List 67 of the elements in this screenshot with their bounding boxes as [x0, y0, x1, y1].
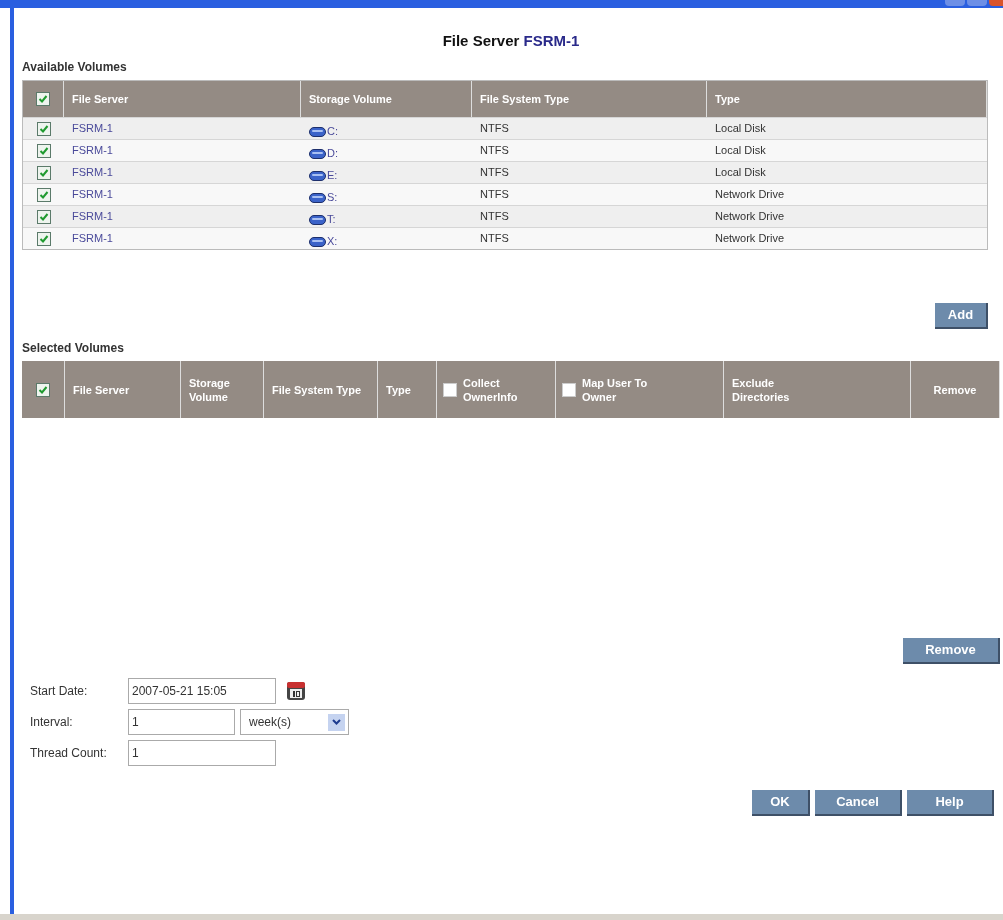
checkbox[interactable]: [36, 92, 50, 106]
table-cell-text: Local Disk: [714, 121, 767, 137]
checkbox[interactable]: [36, 143, 51, 158]
table-cell-text: NTFS: [479, 165, 510, 181]
disk-drive-icon: [309, 170, 326, 181]
file-server-link[interactable]: FSRM-1: [64, 230, 121, 247]
volume-link[interactable]: D:: [327, 145, 338, 162]
file-server-link[interactable]: FSRM-1: [64, 208, 121, 225]
table-cell-text: NTFS: [479, 231, 510, 247]
column-header: File Server: [73, 382, 130, 397]
volume-link[interactable]: C:: [327, 123, 338, 140]
file-server-link[interactable]: FSRM-1: [64, 186, 121, 203]
column-header: Map User To Owner: [582, 375, 649, 404]
volume-link[interactable]: S:: [327, 189, 338, 206]
table-cell-text: Network Drive: [714, 209, 786, 225]
field-label: Interval:: [30, 714, 74, 731]
column-header: Remove: [933, 382, 977, 397]
column-header: File Server: [72, 92, 129, 106]
calendar-icon[interactable]: [286, 681, 306, 701]
start-date-field[interactable]: 2007-05-21 15:05: [128, 678, 276, 704]
file-server-link[interactable]: FSRM-1: [64, 142, 121, 159]
dialog-button[interactable]: Cancel: [815, 790, 902, 816]
field-label: Thread Count:: [30, 745, 108, 762]
interval-unit-dropdown[interactable]: week(s): [240, 709, 349, 735]
file-server-link[interactable]: FSRM-1: [64, 164, 121, 181]
add-button[interactable]: Add: [935, 303, 988, 329]
section-heading: Available Volumes: [22, 60, 127, 74]
volume-link[interactable]: E:: [327, 167, 338, 184]
volume-link[interactable]: X:: [327, 233, 338, 250]
column-header: File System Type: [480, 92, 570, 106]
table-cell-text: NTFS: [479, 187, 510, 203]
column-header: File System Type: [272, 382, 362, 397]
page-title: File Server FSRM-1: [442, 30, 580, 51]
remove-button[interactable]: Remove: [903, 638, 1000, 664]
column-header: Exclude Directories: [732, 375, 791, 404]
file-server-link[interactable]: FSRM-1: [64, 120, 121, 137]
column-header: Type: [386, 382, 411, 397]
checkbox[interactable]: [36, 187, 51, 202]
dialog-button[interactable]: OK: [752, 790, 810, 816]
disk-drive-icon: [309, 214, 326, 225]
disk-drive-icon: [309, 192, 326, 203]
table-cell-text: NTFS: [479, 121, 510, 137]
checkbox[interactable]: [36, 165, 51, 180]
checkbox[interactable]: [36, 209, 51, 224]
chevron-down-icon: [328, 713, 345, 731]
disk-drive-icon: [309, 148, 326, 159]
disk-drive-icon: [309, 126, 326, 137]
checkbox[interactable]: [36, 231, 51, 246]
table-cell-text: NTFS: [479, 209, 510, 225]
table-cell-text: NTFS: [479, 143, 510, 159]
table-cell-text: Network Drive: [714, 231, 786, 247]
column-header: Storage Volume: [309, 92, 392, 106]
table-cell-text: Network Drive: [714, 187, 786, 203]
column-header: Type: [715, 92, 740, 106]
section-heading: Selected Volumes: [22, 341, 124, 355]
field-label: Start Date:: [30, 683, 89, 700]
disk-drive-icon: [309, 236, 326, 247]
thread-count-field[interactable]: 1: [128, 740, 276, 766]
interval-field[interactable]: 1: [128, 709, 235, 735]
column-header: Storage Volume: [189, 375, 231, 404]
column-header: Collect OwnerInfo: [463, 375, 519, 404]
volume-link[interactable]: T:: [327, 211, 336, 228]
table-cell-text: Local Disk: [714, 143, 767, 159]
table-cell-text: Local Disk: [714, 165, 767, 181]
checkbox[interactable]: [36, 121, 51, 136]
checkbox[interactable]: [36, 382, 50, 397]
dialog-button[interactable]: Help: [907, 790, 994, 816]
